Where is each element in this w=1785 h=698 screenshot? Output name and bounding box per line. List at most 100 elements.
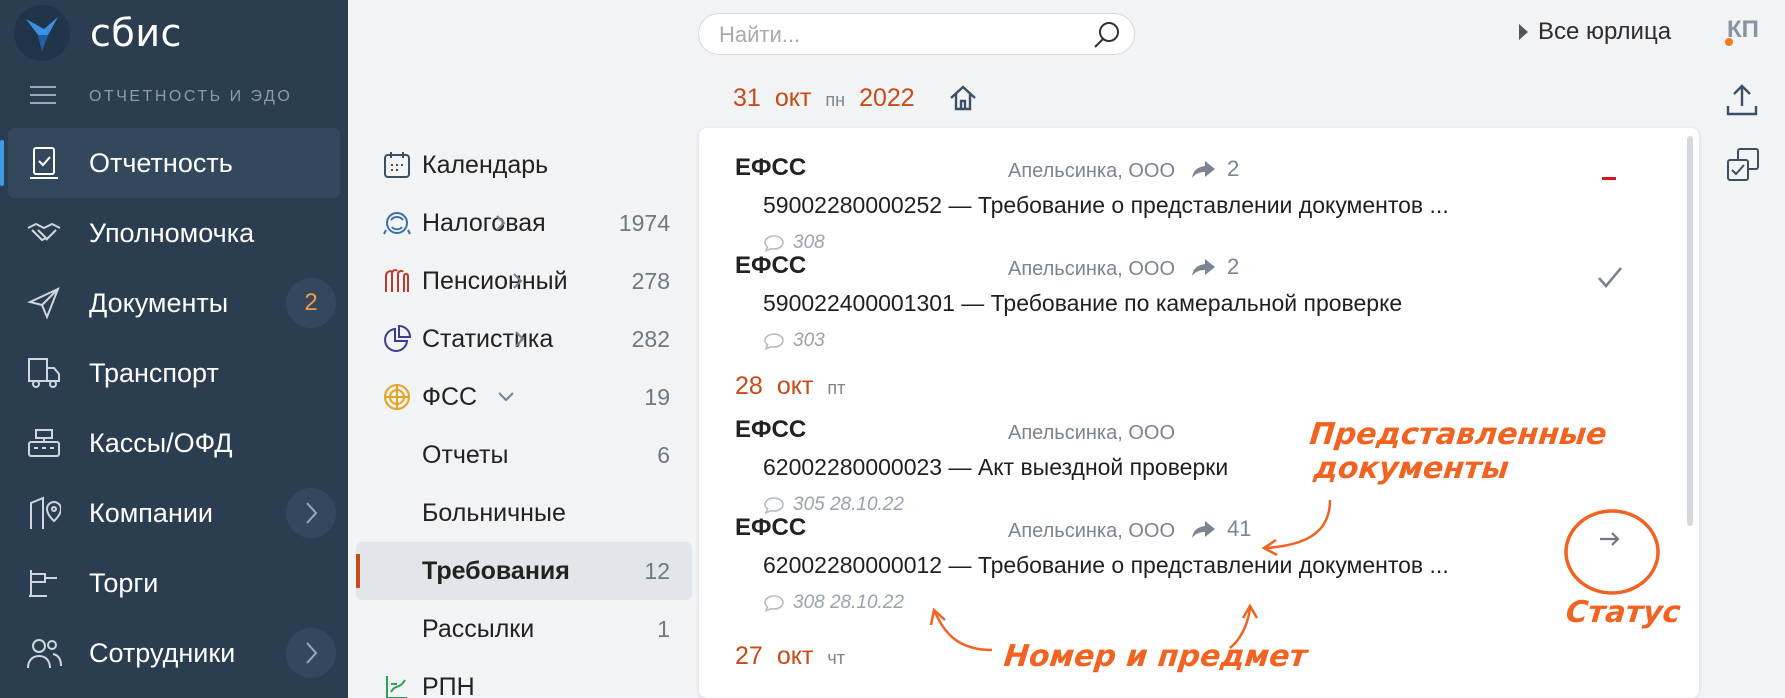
pie-chart-icon: [382, 324, 412, 354]
sidebar-item-cash-registers[interactable]: Кассы/ОФД: [0, 408, 348, 478]
chevron-right-icon[interactable]: [286, 628, 336, 678]
subnav-item-label: Рассылки: [422, 614, 535, 643]
row-shared-count: 2: [1227, 156, 1240, 181]
row-shared-count: 41: [1227, 516, 1252, 541]
sidebar-item-employees[interactable]: Сотрудники: [0, 618, 348, 688]
subnav-item-count: 19: [644, 383, 670, 410]
row-comment-text: 303: [793, 330, 825, 351]
app-window: сбис ОТЧЕТНОСТЬ И ЭДО Отчетность Уполном…: [0, 0, 1785, 698]
status-check-icon[interactable]: [1595, 262, 1625, 292]
subnav-item-sick-leaves[interactable]: Больничные: [356, 484, 692, 542]
date-weekday: пт: [827, 378, 846, 398]
sidebar-item-documents[interactable]: Документы 2: [0, 268, 348, 338]
subnav-item-label: Статистика: [422, 324, 554, 353]
subnav-item-rpn[interactable]: РПН: [356, 658, 692, 698]
date-separator: 28 окт пт: [735, 372, 845, 401]
row-shared[interactable]: 2: [1191, 156, 1239, 182]
sidebar-item-transport[interactable]: Транспорт: [0, 338, 348, 408]
subnav-item-pension[interactable]: Пенсионный 278: [356, 252, 692, 310]
chevron-right-icon[interactable]: [508, 271, 528, 291]
sidebar-item-label: Документы: [89, 287, 229, 318]
upload-icon[interactable]: [1724, 82, 1760, 118]
triangle-right-icon: [1519, 24, 1528, 40]
subnav-item-count: 278: [631, 267, 670, 294]
fss-icon: [382, 382, 412, 412]
date-year: 2022: [859, 84, 915, 112]
row-shared[interactable]: 41: [1191, 516, 1251, 542]
subnav-item-count: 282: [631, 325, 670, 352]
list-item[interactable]: ЕФСС Апельсинка, ООО 2 59002280000252 — …: [699, 150, 1699, 260]
truck-icon: [26, 355, 62, 391]
search-box: [698, 13, 1135, 55]
subnav-item-requirements[interactable]: Требования 12: [356, 542, 692, 600]
row-company: Апельсинка, ООО: [1008, 258, 1176, 280]
status-arrow-icon[interactable]: [1595, 524, 1625, 554]
reports-subnav: Календарь Налоговая 1974 Пенсионный 278: [356, 136, 692, 698]
subnav-item-fss[interactable]: ФСС 19: [356, 368, 692, 426]
row-comment-text: 308 28.10.22: [793, 592, 904, 613]
tasks-icon[interactable]: [1724, 146, 1762, 184]
subnav-item-tax[interactable]: Налоговая 1974: [356, 194, 692, 252]
row-company: Апельсинка, ООО: [1008, 422, 1176, 444]
subnav-item-count: 1: [657, 615, 670, 642]
search-icon[interactable]: [1092, 20, 1122, 50]
cash-register-icon: [26, 425, 62, 461]
chevron-right-icon[interactable]: [510, 329, 530, 349]
sidebar-item-label: Компании: [89, 497, 214, 528]
org-selector-label: Все юрлица: [1538, 18, 1672, 45]
comment-icon: [764, 333, 784, 350]
documents-count-badge: 2: [286, 278, 336, 328]
date-day: 28: [735, 372, 763, 400]
pension-icon: [382, 266, 412, 296]
subnav-item-label: Требования: [422, 556, 570, 585]
list-item[interactable]: ЕФСС Апельсинка, ООО 41 62002280000012 —…: [699, 510, 1699, 620]
documents-list: ЕФСС Апельсинка, ООО 2 59002280000252 — …: [699, 128, 1699, 698]
sidebar-item-tenders[interactable]: Торги: [0, 548, 348, 618]
subnav-item-label: РПН: [422, 672, 475, 698]
subnav-item-fss-reports[interactable]: Отчеты 6: [356, 426, 692, 484]
row-sender: ЕФСС: [735, 154, 807, 181]
row-shared[interactable]: 2: [1191, 254, 1239, 280]
chevron-right-icon[interactable]: [491, 213, 511, 233]
logo[interactable]: сбис: [14, 0, 182, 66]
subnav-item-label: Больничные: [422, 498, 566, 527]
row-sender: ЕФСС: [735, 514, 807, 541]
org-selector[interactable]: Все юрлица: [1519, 18, 1671, 46]
row-comment: 308 28.10.22: [763, 592, 904, 614]
notification-dot: [1725, 38, 1733, 46]
sidebar-item-authorization[interactable]: Уполномочка: [0, 198, 348, 268]
paper-plane-icon: [26, 285, 62, 321]
search-input[interactable]: [719, 22, 1079, 48]
logo-bird-icon: [14, 5, 70, 61]
row-title: 590022400001301 — Требование по камераль…: [763, 290, 1403, 316]
subnav-item-mailings[interactable]: Рассылки 1: [356, 600, 692, 658]
home-icon[interactable]: [948, 84, 978, 112]
date-day: 31: [733, 84, 761, 112]
chevron-down-icon[interactable]: [426, 387, 514, 407]
share-arrow-icon: [1192, 161, 1215, 178]
date-day: 27: [735, 642, 763, 670]
subnav-item-calendar[interactable]: Календарь: [356, 136, 692, 194]
sidebar-item-companies[interactable]: Компании: [0, 478, 348, 548]
hamburger-menu-icon[interactable]: [30, 86, 56, 104]
row-title: 62002280000012 — Требование о представле…: [763, 552, 1449, 578]
row-title: 59002280000252 — Требование о представле…: [763, 192, 1449, 218]
sidebar-nav: Отчетность Уполномочка Документы 2 Транс…: [0, 128, 348, 688]
row-sender: ЕФСС: [735, 252, 807, 279]
sidebar-item-label: Отчетность: [89, 147, 233, 178]
date-month: окт: [774, 84, 812, 112]
status-minus-icon[interactable]: [1595, 164, 1625, 194]
annotation-number-subject: Номер и предмет: [1002, 639, 1309, 674]
list-item[interactable]: ЕФСС Апельсинка, ООО 2 590022400001301 —…: [699, 248, 1699, 358]
current-date-header: 31 окт пн 2022: [733, 84, 915, 113]
date-separator: 27 окт чт: [735, 642, 845, 671]
sidebar-item-label: Транспорт: [89, 357, 219, 388]
sidebar-item-label: Сотрудники: [89, 637, 236, 668]
sidebar-item-reports[interactable]: Отчетность: [0, 128, 340, 198]
subnav-item-count: 1974: [618, 209, 670, 236]
section-title: ОТЧЕТНОСТЬ И ЭДО: [89, 88, 293, 105]
chevron-right-icon[interactable]: [286, 488, 336, 538]
sidebar-item-label: Торги: [89, 567, 159, 598]
subnav-item-count: 6: [657, 441, 670, 468]
subnav-item-statistics[interactable]: Статистика 282: [356, 310, 692, 368]
